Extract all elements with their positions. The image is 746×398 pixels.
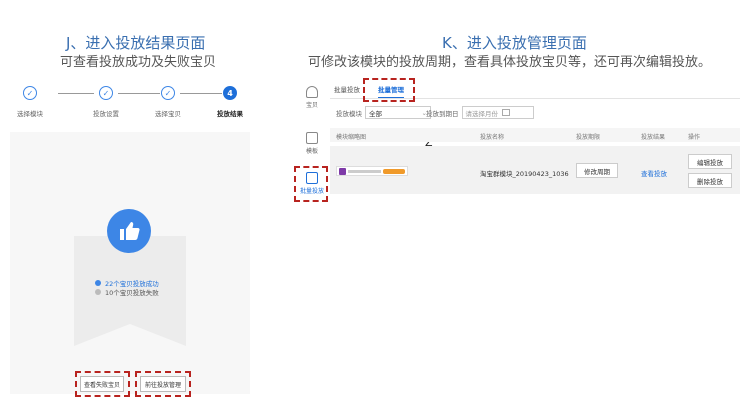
edit-delivery-button[interactable]: 编辑投放	[688, 154, 732, 169]
column-header: 投放期限	[576, 134, 601, 141]
sidebar-item-templates[interactable]: 模板	[296, 132, 328, 155]
step-select-items: ✓ 选择宝贝	[138, 86, 198, 118]
chat-icon	[339, 167, 346, 175]
thumbnail-tag	[383, 168, 405, 174]
step-label: 选择宝贝	[155, 110, 181, 118]
step-label: 投放设置	[93, 110, 119, 118]
calendar-icon	[502, 109, 510, 116]
highlight-go-manage	[135, 371, 191, 397]
step-label: 投放结果	[217, 110, 243, 118]
thumbnail-text-line	[348, 169, 381, 173]
right-caption-title: K、进入投放管理页面	[442, 34, 587, 52]
column-header: 投放名称	[480, 134, 505, 141]
step-progress: ✓ 选择模块 ✓ 投放设置 ✓ 选择宝贝 4 投放结果	[10, 86, 250, 126]
date-filter: 投放到期日 请选择月份	[426, 106, 534, 119]
step-select-module: ✓ 选择模块	[0, 86, 60, 118]
sidebar-item-label: 宝贝	[305, 102, 318, 109]
module-select[interactable]: 全部 ⌄	[365, 106, 431, 119]
tab-batch-deliver[interactable]: 批量投放	[334, 84, 360, 98]
check-icon: ✓	[23, 86, 37, 100]
left-caption-title: J、进入投放结果页面	[66, 34, 206, 52]
step-settings: ✓ 投放设置	[76, 86, 136, 118]
table-header: 模块缩略图 投放名称 投放期限 投放结果 操作	[330, 128, 740, 142]
folder-icon	[306, 132, 318, 144]
left-caption-subtitle: 可查看投放成功及失败宝贝	[60, 55, 217, 70]
module-filter-label: 投放模块	[336, 109, 362, 118]
success-dot-icon	[95, 280, 101, 286]
highlight-view-failed	[75, 371, 130, 397]
delivery-name: 淘宝群模块_20190423_1036	[480, 170, 569, 178]
table-row: 淘宝群模块_20190423_1036 修改周期 查看投放 编辑投放 删除投放	[330, 146, 740, 194]
thumbs-up-icon	[107, 209, 151, 253]
bag-icon	[306, 86, 318, 98]
sidebar-item-label: 模板	[305, 148, 318, 155]
module-select-value: 全部	[369, 109, 382, 118]
view-delivery-link[interactable]: 查看投放	[641, 168, 667, 178]
module-filter: 投放模块 全部 ⌄	[336, 106, 431, 119]
fail-result: 10个宝贝投放失败	[95, 287, 159, 297]
column-header: 投放结果	[641, 134, 666, 141]
step-label: 选择模块	[17, 110, 43, 118]
module-thumbnail	[336, 166, 408, 176]
step-result: 4 投放结果	[200, 86, 260, 118]
check-icon: ✓	[161, 86, 175, 100]
month-picker-placeholder: 请选择月份	[465, 109, 499, 118]
check-icon: ✓	[99, 86, 113, 100]
delete-delivery-button[interactable]: 删除投放	[688, 173, 732, 188]
fail-dot-icon	[95, 289, 101, 295]
date-filter-label: 投放到期日	[426, 109, 459, 118]
fail-text: 10个宝贝投放失败	[105, 289, 159, 297]
step-number-icon: 4	[223, 86, 237, 100]
right-caption-subtitle: 可修改该模块的投放周期，查看具体投放宝贝等，还可再次编辑投放。	[308, 55, 712, 70]
modify-period-button[interactable]: 修改周期	[576, 163, 618, 178]
sidebar-item-items[interactable]: 宝贝	[296, 86, 328, 109]
month-picker[interactable]: 请选择月份	[461, 106, 534, 119]
column-header: 模块缩略图	[336, 134, 367, 141]
column-header: 操作	[688, 134, 701, 141]
highlight-tab-manage	[363, 78, 415, 102]
highlight-sidebar-batch	[294, 166, 328, 202]
